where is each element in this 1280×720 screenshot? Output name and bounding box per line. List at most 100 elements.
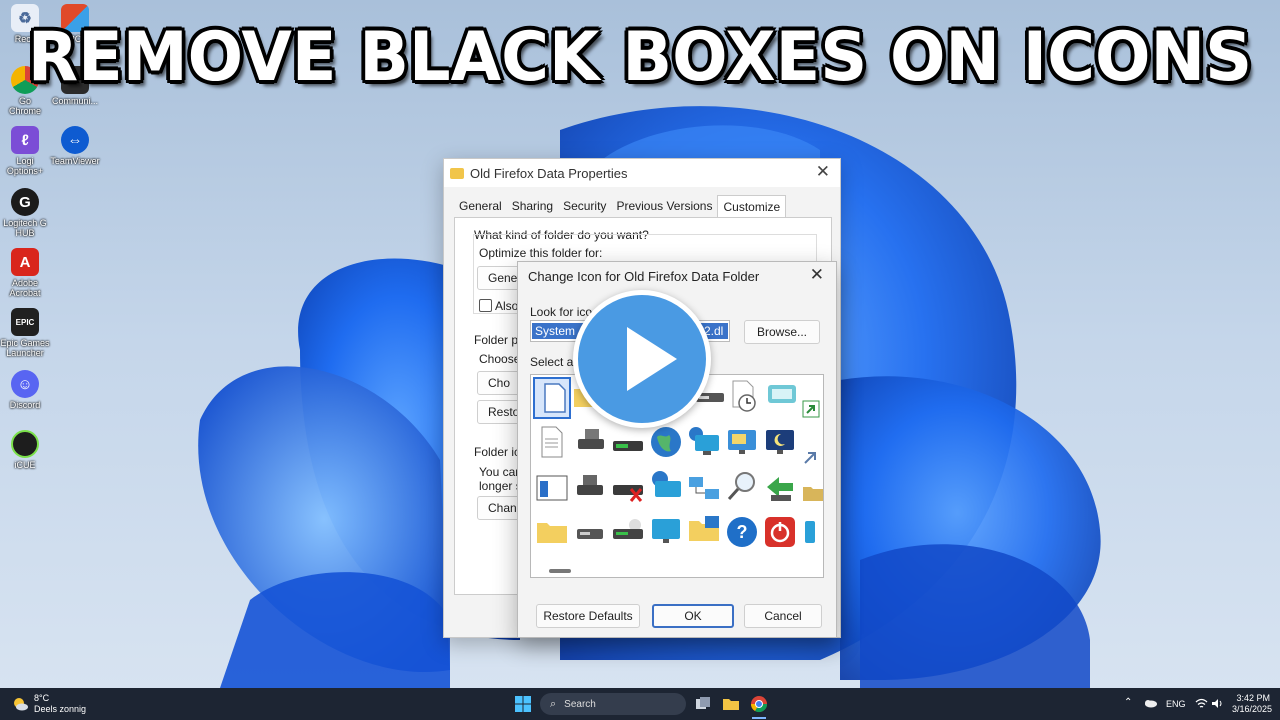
- close-icon[interactable]: ✕: [816, 162, 830, 182]
- network-monitor-icon[interactable]: [687, 425, 721, 459]
- help-icon[interactable]: ?: [725, 515, 759, 549]
- text-document-icon[interactable]: [535, 425, 569, 459]
- sleep-monitor-icon[interactable]: [763, 425, 797, 459]
- ok-button[interactable]: OK: [652, 604, 734, 628]
- desktop-icon-icue[interactable]: iCUE: [0, 430, 50, 470]
- select-icon-label: Select a: [530, 355, 574, 369]
- weather-widget[interactable]: 8°C Deels zonnig: [12, 693, 86, 715]
- cancel-button[interactable]: Cancel: [744, 604, 822, 628]
- taskbar-search[interactable]: ⌕ Search: [540, 693, 686, 715]
- optimize-label: Optimize this folder for:: [479, 246, 603, 260]
- browse-button[interactable]: Browse...: [744, 320, 820, 344]
- play-button[interactable]: [573, 290, 711, 428]
- path-value: System: [535, 324, 576, 338]
- shortcut-arrow-icon[interactable]: [799, 397, 833, 431]
- desktop-icon-label: iCUE: [14, 460, 36, 470]
- drive-icon[interactable]: [611, 515, 645, 549]
- teamviewer-icon: ⇔: [61, 126, 89, 154]
- clock-date: 3/16/2025: [1232, 704, 1273, 714]
- picture-monitor-icon[interactable]: [725, 425, 759, 459]
- folder-grid-icon[interactable]: [687, 513, 721, 547]
- desktop-icon-acrobat[interactable]: A Adobe Acrobat: [0, 248, 50, 298]
- desktop-icon-label: Logitech G HUB: [3, 218, 47, 238]
- shortcut-arrow-icon[interactable]: [799, 445, 833, 479]
- search-icon[interactable]: [725, 469, 759, 503]
- properties-tabs: General Sharing Security Previous Versio…: [454, 195, 787, 218]
- network-globe-icon[interactable]: [649, 469, 683, 503]
- window-icon[interactable]: [535, 471, 569, 505]
- horizontal-scrollbar[interactable]: [549, 569, 571, 573]
- restore-defaults-button[interactable]: Restore Defaults: [536, 604, 640, 628]
- power-icon[interactable]: [763, 515, 797, 549]
- tab-previous-versions[interactable]: Previous Versions: [611, 195, 717, 218]
- desktop-icon-label: TeamViewer: [50, 156, 100, 166]
- desktop-icon-label: Discord: [9, 400, 41, 410]
- clock-document-icon[interactable]: [727, 379, 761, 413]
- tab-security[interactable]: Security: [558, 195, 611, 218]
- monitor-icon[interactable]: [649, 515, 683, 549]
- network-drive-icon[interactable]: [611, 429, 645, 463]
- chrome-icon[interactable]: [750, 695, 768, 713]
- epic-games-icon: EPIC: [11, 308, 39, 336]
- taskbar: 8°C Deels zonnig ⌕ Search ⌃ ENG 3:42 PM …: [0, 688, 1280, 720]
- folder-icon[interactable]: [535, 515, 569, 549]
- active-app-indicator: [752, 717, 766, 719]
- folder-icons-desc: You can: [479, 465, 522, 479]
- blank-document-icon[interactable]: [537, 381, 571, 415]
- look-for-label: Look for ico: [530, 305, 593, 319]
- floppy-drive-icon[interactable]: [573, 469, 607, 503]
- icue-icon: [11, 430, 39, 458]
- adobe-acrobat-icon: A: [11, 248, 39, 276]
- desktop-icon-g-hub[interactable]: G Logitech G HUB: [0, 188, 50, 238]
- wifi-icon[interactable]: [1195, 698, 1208, 709]
- change-icon-title: Change Icon for Old Firefox Data Folder: [528, 269, 760, 284]
- drive-icon[interactable]: [573, 423, 607, 457]
- language-indicator[interactable]: ENG: [1166, 699, 1186, 709]
- partial-icon[interactable]: [803, 515, 837, 549]
- tab-general[interactable]: General: [454, 195, 507, 218]
- desktop-icon-label: Go Chrome: [8, 96, 41, 116]
- show-hidden-icons-chevron-icon[interactable]: ⌃: [1124, 697, 1132, 708]
- desktop-icon-label: Logi Options+: [6, 156, 44, 176]
- volume-icon[interactable]: [1211, 698, 1224, 709]
- folder-icons-desc-2: longer s: [479, 479, 522, 493]
- video-headline: REMOVE BLACK BOXES ON ICONS: [27, 18, 1253, 97]
- file-explorer-icon[interactable]: [722, 695, 740, 713]
- clock[interactable]: 3:42 PM 3/16/2025: [1232, 693, 1273, 715]
- logitech-g-hub-icon: G: [11, 188, 39, 216]
- properties-title: Old Firefox Data Properties: [470, 165, 628, 181]
- clock-time: 3:42 PM: [1236, 693, 1270, 703]
- tab-customize[interactable]: Customize: [717, 195, 787, 218]
- desktop-icon-label: Communi...: [51, 96, 98, 106]
- also-apply-label: Also: [495, 299, 519, 313]
- weather-description: Deels zonnig: [34, 704, 87, 714]
- folder-icon: [450, 167, 464, 179]
- drive-icon[interactable]: [573, 515, 607, 549]
- logi-options-icon: ℓ: [11, 126, 39, 154]
- tab-sharing[interactable]: Sharing: [507, 195, 558, 218]
- close-icon[interactable]: ✕: [810, 265, 824, 285]
- folder-pictures-label: Folder pi: [474, 333, 521, 347]
- svg-text:?: ?: [737, 522, 748, 542]
- globe-icon[interactable]: [649, 425, 683, 459]
- properties-titlebar: Old Firefox Data Properties ✕: [444, 159, 840, 187]
- network-icon[interactable]: [687, 471, 721, 505]
- search-label: Search: [564, 698, 596, 710]
- choose-file-label: Choose: [479, 352, 521, 366]
- desktop-icon-discord[interactable]: ☺ Discord: [0, 370, 50, 410]
- desktop-icon-epic-games[interactable]: EPIC Epic Games Launcher: [0, 308, 50, 358]
- folder-icon[interactable]: [801, 479, 835, 513]
- desktop-icon-logi-options[interactable]: ℓ Logi Options+: [0, 126, 50, 176]
- onedrive-cloud-icon[interactable]: [1143, 698, 1157, 708]
- desktop-icon-label: Adobe Acrobat: [9, 278, 41, 298]
- monitor-icon[interactable]: [765, 379, 799, 413]
- task-view-icon[interactable]: [694, 695, 712, 713]
- start-icon[interactable]: [514, 695, 532, 713]
- play-icon: [627, 327, 677, 391]
- recycle-arrow-icon[interactable]: [763, 471, 797, 505]
- desktop-icon-teamviewer[interactable]: ⇔ TeamViewer: [50, 126, 100, 166]
- also-apply-checkbox[interactable]: [479, 299, 492, 312]
- weather-temperature: 8°C: [34, 693, 50, 703]
- discord-icon: ☺: [11, 370, 39, 398]
- drive-error-icon[interactable]: [611, 473, 645, 507]
